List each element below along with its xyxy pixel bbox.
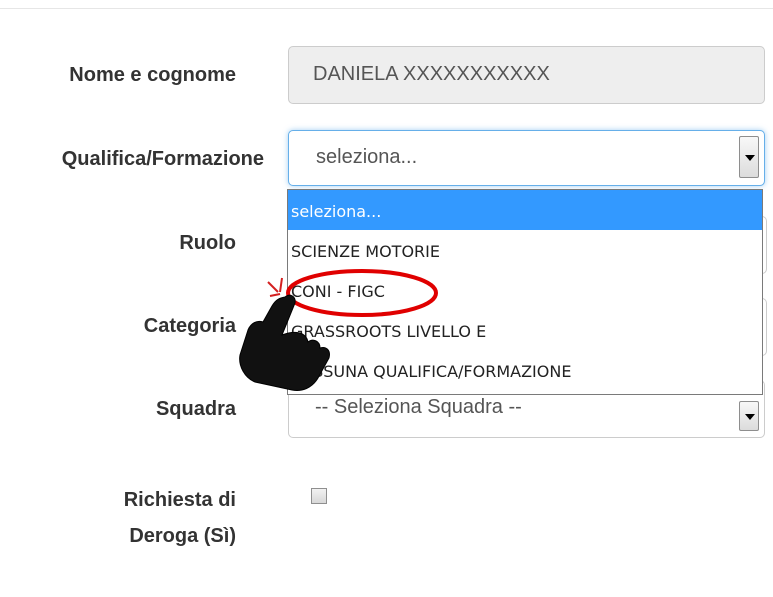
hand-pointer-icon	[239, 277, 330, 391]
annotation-overlay	[239, 269, 438, 391]
highlight-ellipse	[286, 269, 438, 317]
